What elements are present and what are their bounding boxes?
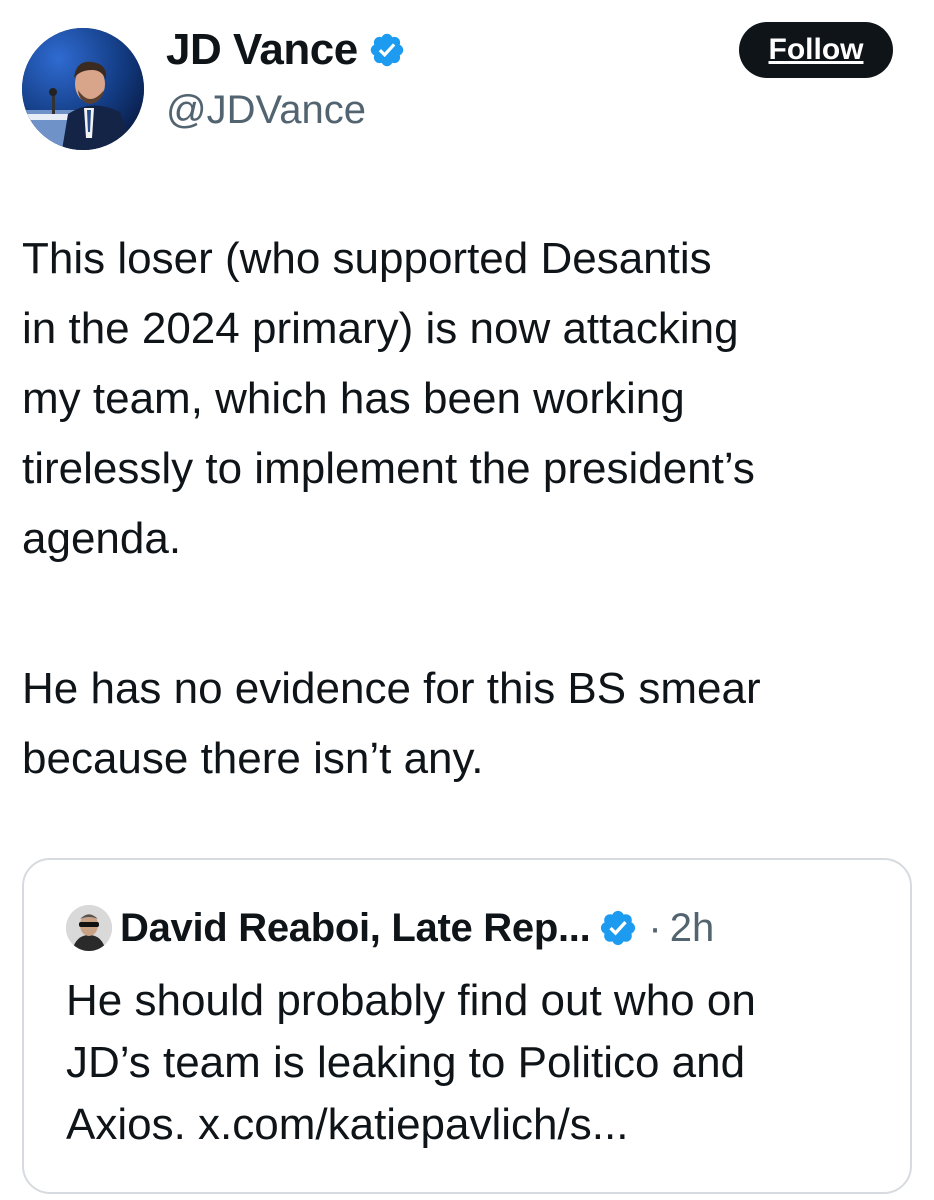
quoted-author-name[interactable]: David Reaboi, Late Rep... xyxy=(120,906,591,951)
quoted-tweet-header: David Reaboi, Late Rep... · 2h xyxy=(66,904,714,952)
quoted-tweet-time[interactable]: 2h xyxy=(670,906,715,951)
tweet-page: JD Vance @JDVance Follow This loser (who… xyxy=(0,0,934,1200)
tweet-line: in the 2024 primary) is now attacking xyxy=(22,304,739,353)
author-name-row: JD Vance xyxy=(166,24,406,76)
separator-dot: · xyxy=(648,905,662,950)
verified-badge-icon xyxy=(598,908,638,948)
tweet-text-paragraph-1: This loser (who supported Desantis in th… xyxy=(22,224,922,574)
quoted-tweet-line[interactable]: Axios. x.com/katiepavlich/s... xyxy=(66,1094,896,1156)
tweet-line: because there isn’t any. xyxy=(22,734,484,783)
tweet-line: This loser (who supported Desantis xyxy=(22,234,712,283)
tweet-line: He has no evidence for this BS smear xyxy=(22,664,761,713)
author-handle[interactable]: @JDVance xyxy=(166,88,366,133)
verified-badge-icon xyxy=(368,31,406,69)
author-avatar-photo xyxy=(22,28,144,150)
quoted-author-avatar[interactable] xyxy=(66,905,112,951)
quoted-author-avatar-photo xyxy=(66,905,112,951)
tweet-text-paragraph-2: He has no evidence for this BS smear bec… xyxy=(22,654,922,794)
quoted-tweet-text: He should probably find out who on JD’s … xyxy=(66,970,896,1156)
quoted-tweet-card[interactable]: David Reaboi, Late Rep... · 2h He should… xyxy=(22,858,912,1194)
tweet-line: my team, which has been working xyxy=(22,374,685,423)
tweet-line: tirelessly to implement the president’s xyxy=(22,444,755,493)
author-avatar[interactable] xyxy=(22,28,144,150)
quoted-tweet-line: JD’s team is leaking to Politico and xyxy=(66,1038,746,1087)
tweet-line: agenda. xyxy=(22,514,182,563)
quoted-tweet-line: He should probably find out who on xyxy=(66,976,756,1025)
follow-button[interactable]: Follow xyxy=(739,22,893,78)
author-display-name[interactable]: JD Vance xyxy=(166,25,358,75)
